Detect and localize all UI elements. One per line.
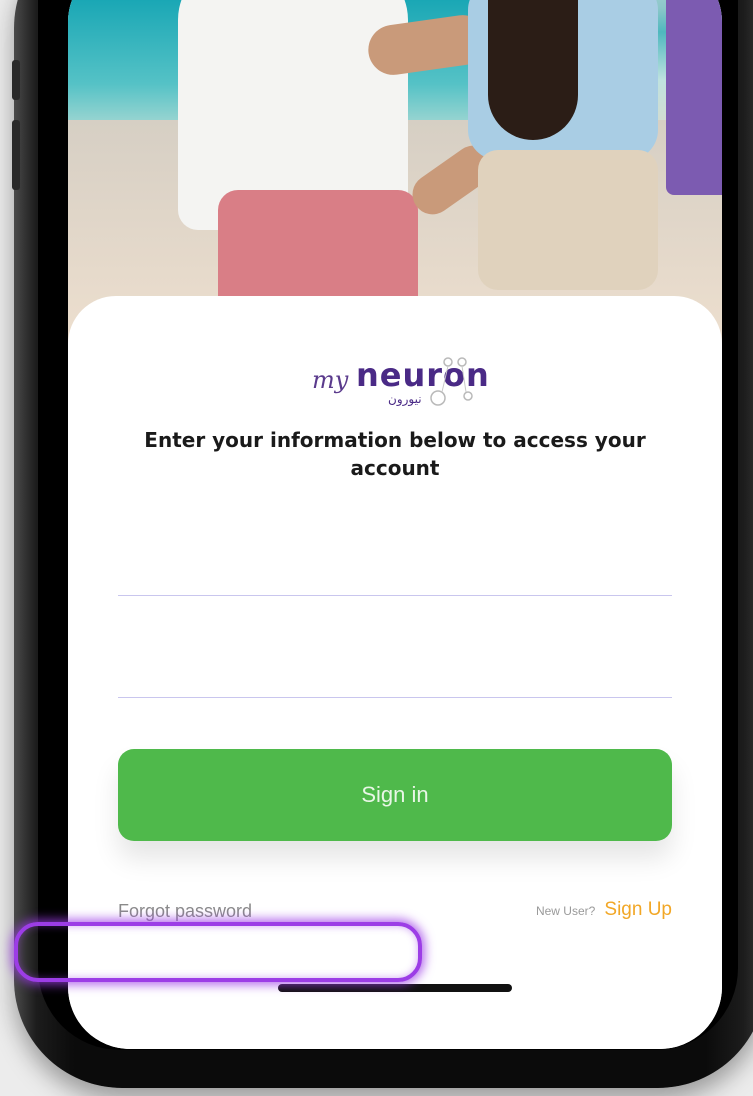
sign-in-button[interactable]: Sign in xyxy=(118,749,672,841)
brand-logo: my neuron نيورون xyxy=(312,354,502,410)
sign-up-link[interactable]: Sign Up xyxy=(604,899,672,920)
login-instructions: Enter your information below to access y… xyxy=(144,428,646,480)
phone-volume-button xyxy=(12,120,20,190)
username-input[interactable] xyxy=(118,526,672,596)
logo-molecule-icon xyxy=(430,357,473,406)
hero-purple-panel xyxy=(666,0,722,195)
app-screen: my neuron نيورون Enter your information … xyxy=(68,0,722,1049)
login-card: my neuron نيورون Enter your information … xyxy=(68,296,722,1049)
forgot-password-link[interactable]: Forgot password xyxy=(118,901,252,922)
hero-person-shorts xyxy=(478,150,658,290)
signup-row: New User? Sign Up xyxy=(536,899,672,921)
new-user-label: New User? xyxy=(535,904,596,918)
logo-my-text: my xyxy=(312,366,349,394)
page: my neuron نيورون Enter your information … xyxy=(0,0,753,1096)
password-input[interactable] xyxy=(118,628,672,698)
home-indicator xyxy=(278,984,512,992)
phone-side-button xyxy=(12,60,20,100)
hero-person-hair xyxy=(488,0,578,140)
